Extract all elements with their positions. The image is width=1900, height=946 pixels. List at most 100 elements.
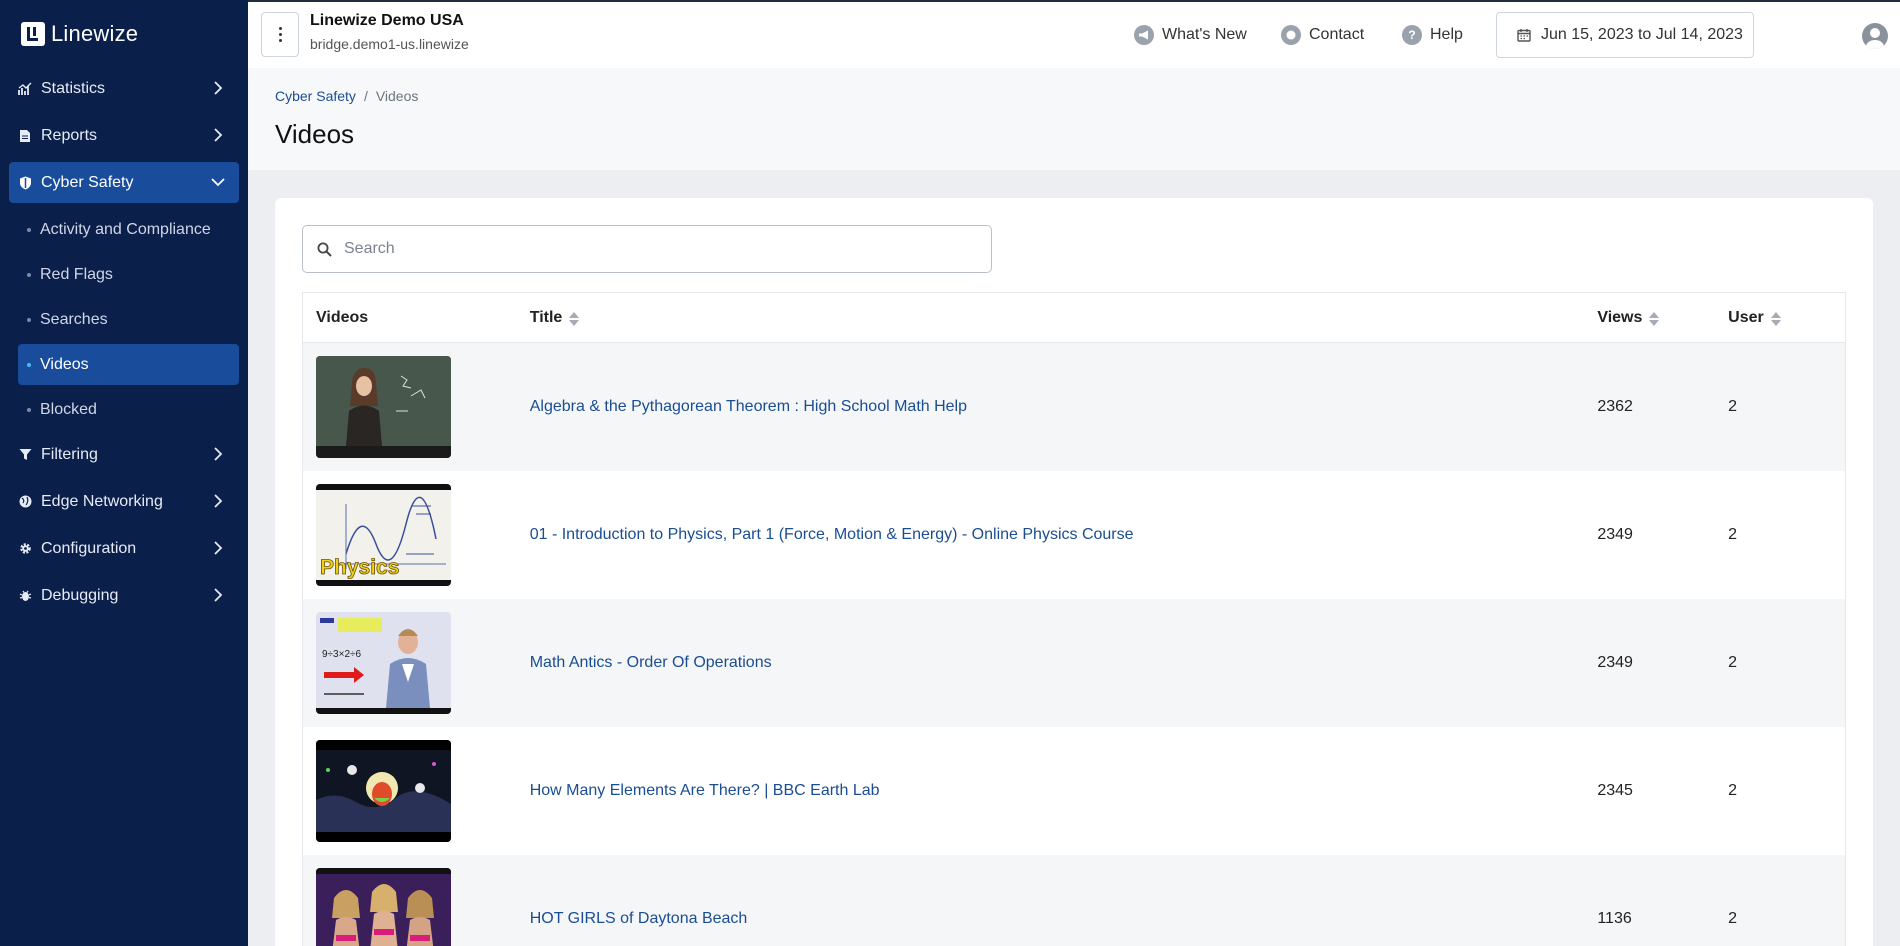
user-cell: 2 — [1728, 398, 1738, 415]
views-cell: 1136 — [1597, 910, 1632, 927]
table-row: Physics 01 - Introduction to Physics, Pa… — [303, 471, 1845, 599]
whats-new-link[interactable]: What's New — [1134, 25, 1247, 45]
sidebar-item-statistics[interactable]: Statistics — [9, 68, 239, 109]
sidebar-item-label: Filtering — [41, 445, 98, 463]
column-videos: Videos — [303, 309, 530, 327]
videos-table: Videos Title Views User Algebra & the Py… — [302, 292, 1846, 946]
video-thumbnail[interactable] — [316, 868, 451, 946]
cyber-safety-submenu: Activity and Compliance Red Flags Search… — [0, 209, 248, 430]
megaphone-icon — [1134, 25, 1154, 45]
video-thumbnail-image: Physics — [316, 484, 451, 586]
chevron-right-icon — [214, 447, 223, 461]
date-range-label: Jun 15, 2023 to Jul 14, 2023 — [1541, 26, 1743, 43]
thumb-text: 9÷3×2÷6 — [322, 649, 362, 660]
kebab-menu-button[interactable] — [261, 12, 299, 57]
views-cell: 2362 — [1597, 398, 1633, 415]
table-header: Videos Title Views User — [303, 293, 1845, 343]
video-title-link[interactable]: Math Antics - Order Of Operations — [530, 654, 772, 671]
user-cell: 2 — [1728, 910, 1738, 927]
breadcrumb-current: Videos — [375, 88, 419, 104]
sidebar-item-label: Debugging — [41, 586, 119, 604]
thumbnail-cell: Physics — [303, 484, 530, 586]
video-title-link[interactable]: Algebra & the Pythagorean Theorem : High… — [530, 398, 967, 415]
chevron-down-icon — [211, 178, 225, 187]
calendar-icon — [1517, 29, 1531, 42]
sidebar-subitem-activity-and-compliance[interactable]: Activity and Compliance — [18, 209, 239, 250]
sidebar-item-reports[interactable]: Reports — [9, 115, 239, 156]
views-cell: 2345 — [1597, 782, 1633, 799]
sidebar-subitem-searches[interactable]: Searches — [18, 299, 239, 340]
logo-text: Linewize — [51, 21, 139, 46]
sidebar-item-filtering[interactable]: Filtering — [9, 434, 239, 475]
breadcrumb-cyber-safety[interactable]: Cyber Safety — [275, 88, 356, 104]
thumbnail-cell — [303, 868, 530, 946]
sidebar-item-configuration[interactable]: Configuration — [9, 528, 239, 569]
user-avatar-icon[interactable] — [1862, 23, 1888, 49]
search-box[interactable] — [302, 225, 992, 273]
sort-icon — [1649, 311, 1660, 326]
org-host: bridge.demo1-us.linewize — [310, 36, 469, 52]
views-cell: 2349 — [1597, 526, 1633, 543]
video-thumbnail-image — [316, 740, 451, 842]
video-thumbnail[interactable] — [316, 356, 451, 458]
videos-card: Videos Title Views User — [275, 198, 1873, 946]
sidebar-subitem-videos[interactable]: Videos — [18, 344, 239, 385]
video-thumbnail[interactable] — [316, 740, 451, 842]
column-views[interactable]: Views — [1597, 309, 1728, 327]
column-user[interactable]: User — [1728, 309, 1845, 327]
sort-icon — [569, 311, 580, 326]
more-vertical-icon — [278, 26, 282, 44]
org-info: Linewize Demo USA bridge.demo1-us.linewi… — [310, 12, 469, 52]
shield-icon — [18, 176, 32, 190]
table-row: Algebra & the Pythagorean Theorem : High… — [303, 343, 1845, 471]
sidebar-item-cyber-safety[interactable]: Cyber Safety — [9, 162, 239, 203]
contact-link[interactable]: Contact — [1281, 25, 1364, 45]
help-link[interactable]: ? Help — [1402, 25, 1463, 45]
sidebar-item-debugging[interactable]: Debugging — [9, 575, 239, 616]
logo[interactable]: Linewize — [0, 0, 248, 68]
user-cell: 2 — [1728, 526, 1738, 543]
thumb-text: Physics — [320, 556, 399, 579]
sidebar-item-label: Reports — [41, 126, 98, 144]
linewize-logo-icon — [21, 22, 45, 46]
video-title-link[interactable]: 01 - Introduction to Physics, Part 1 (Fo… — [530, 526, 1134, 543]
video-thumbnail-image — [316, 356, 451, 458]
breadcrumb: Cyber Safety / Videos — [275, 88, 418, 104]
video-thumbnail[interactable]: Physics — [316, 484, 451, 586]
globe-icon — [18, 495, 32, 509]
whats-new-label: What's New — [1162, 26, 1247, 43]
sidebar-item-label: Edge Networking — [41, 492, 163, 510]
chevron-right-icon — [214, 81, 223, 95]
bug-icon — [18, 589, 32, 603]
chevron-right-icon — [214, 494, 223, 508]
sort-icon — [1770, 311, 1781, 326]
sidebar-item-label: Configuration — [41, 539, 137, 557]
sidebar-item-edge-networking[interactable]: Edge Networking — [9, 481, 239, 522]
thumbnail-cell — [303, 356, 530, 458]
sidebar-nav-lower: Filtering Edge Networking Configuration … — [0, 434, 248, 616]
sidebar-item-label: Cyber Safety — [41, 173, 134, 191]
search-icon — [317, 242, 332, 257]
user-cell: 2 — [1728, 782, 1738, 799]
search-input[interactable] — [344, 240, 944, 258]
sidebar-subitem-red-flags[interactable]: Red Flags — [18, 254, 239, 295]
chevron-right-icon — [214, 588, 223, 602]
chart-icon — [18, 82, 32, 96]
column-user-label: User — [1728, 308, 1764, 326]
top-header: Linewize Demo USA bridge.demo1-us.linewi… — [248, 0, 1900, 68]
contact-label: Contact — [1309, 26, 1365, 43]
video-title-link[interactable]: How Many Elements Are There? | BBC Earth… — [530, 782, 880, 799]
column-videos-label: Videos — [316, 308, 369, 326]
video-title-link[interactable]: HOT GIRLS of Daytona Beach — [530, 910, 748, 927]
help-label: Help — [1430, 26, 1463, 43]
org-name: Linewize Demo USA — [310, 12, 464, 29]
sidebar-item-label: Statistics — [41, 79, 106, 97]
video-thumbnail[interactable]: 9÷3×2÷6 — [316, 612, 451, 714]
table-body: Algebra & the Pythagorean Theorem : High… — [303, 343, 1845, 946]
column-title[interactable]: Title — [530, 309, 1598, 327]
chevron-right-icon — [214, 541, 223, 555]
date-range-picker[interactable]: Jun 15, 2023 to Jul 14, 2023 — [1496, 12, 1754, 58]
user-cell: 2 — [1728, 654, 1738, 671]
sidebar-subitem-blocked[interactable]: Blocked — [18, 389, 239, 430]
column-title-label: Title — [529, 308, 563, 326]
